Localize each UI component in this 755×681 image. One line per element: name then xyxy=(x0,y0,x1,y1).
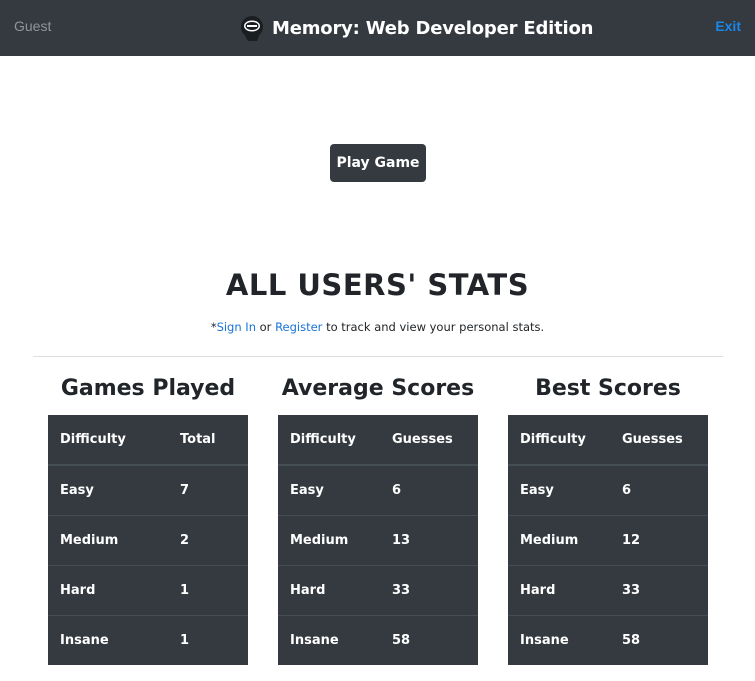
divider xyxy=(33,356,723,357)
difficulty-cell: Easy xyxy=(48,464,168,516)
best-scores-heading: Best Scores xyxy=(535,376,681,401)
difficulty-cell: Easy xyxy=(278,464,380,516)
table-row: Insane 58 xyxy=(278,615,478,665)
guest-label: Guest xyxy=(14,18,52,34)
difficulty-cell: Insane xyxy=(508,615,610,665)
value-cell: 7 xyxy=(168,464,248,516)
exit-link[interactable]: Exit xyxy=(715,18,741,34)
app-title: Memory: Web Developer Edition xyxy=(272,17,594,39)
difficulty-cell: Hard xyxy=(508,565,610,616)
table-row: Medium 12 xyxy=(508,515,708,566)
register-link[interactable]: Register xyxy=(275,320,322,334)
play-game-button[interactable]: Play Game xyxy=(330,144,426,182)
table-header-row: Difficulty Guesses xyxy=(508,415,708,466)
table-row: Hard 1 xyxy=(48,565,248,616)
stats-title: ALL USERS' STATS xyxy=(225,268,530,302)
brand[interactable]: Memory: Web Developer Edition xyxy=(238,12,593,44)
value-cell: 2 xyxy=(168,515,248,566)
column-header-difficulty: Difficulty xyxy=(508,415,610,466)
value-cell: 13 xyxy=(380,515,478,566)
value-cell: 58 xyxy=(380,615,478,665)
table-row: Medium 13 xyxy=(278,515,478,566)
difficulty-cell: Medium xyxy=(508,515,610,566)
table-row: Insane 1 xyxy=(48,615,248,665)
table-row: Easy 6 xyxy=(278,464,478,516)
column-header-difficulty: Difficulty xyxy=(48,415,168,466)
table-header-row: Difficulty Guesses xyxy=(278,415,478,466)
table-header-row: Difficulty Total xyxy=(48,415,248,466)
average-scores-table: Difficulty Guesses Easy 6 Medium 13 Hard… xyxy=(278,415,478,665)
difficulty-cell: Hard xyxy=(278,565,380,616)
average-scores-heading: Average Scores xyxy=(281,376,475,401)
games-played-heading: Games Played xyxy=(60,376,236,401)
signin-suffix: to track and view your personal stats. xyxy=(322,320,545,334)
games-played-section: Games Played Difficulty Total Easy 7 Med… xyxy=(48,372,248,665)
difficulty-cell: Easy xyxy=(508,464,610,516)
table-row: Easy 7 xyxy=(48,464,248,516)
games-played-table: Difficulty Total Easy 7 Medium 2 Hard 1 … xyxy=(48,415,248,665)
table-row: Easy 6 xyxy=(508,464,708,516)
difficulty-cell: Insane xyxy=(278,615,380,665)
difficulty-cell: Hard xyxy=(48,565,168,616)
navbar: Guest Memory: Web Developer Edition Exit xyxy=(0,0,755,56)
value-cell: 1 xyxy=(168,615,248,665)
or-text: or xyxy=(255,320,276,334)
difficulty-cell: Medium xyxy=(48,515,168,566)
best-scores-section: Best Scores Difficulty Guesses Easy 6 Me… xyxy=(508,372,708,665)
table-row: Insane 58 xyxy=(508,615,708,665)
difficulty-cell: Medium xyxy=(278,515,380,566)
table-row: Hard 33 xyxy=(278,565,478,616)
column-header-guesses: Guesses xyxy=(610,415,708,466)
table-row: Medium 2 xyxy=(48,515,248,566)
value-cell: 6 xyxy=(610,464,708,516)
signin-prompt: *Sign In or Register to track and view y… xyxy=(0,320,755,334)
column-header-difficulty: Difficulty xyxy=(278,415,380,466)
brain-head-icon xyxy=(241,16,263,41)
value-cell: 58 xyxy=(610,615,708,665)
column-header-total: Total xyxy=(168,415,248,466)
average-scores-section: Average Scores Difficulty Guesses Easy 6… xyxy=(278,372,478,665)
value-cell: 12 xyxy=(610,515,708,566)
best-scores-table: Difficulty Guesses Easy 6 Medium 12 Hard… xyxy=(508,415,708,665)
sign-in-link[interactable]: Sign In xyxy=(217,320,256,334)
value-cell: 6 xyxy=(380,464,478,516)
difficulty-cell: Insane xyxy=(48,615,168,665)
table-row: Hard 33 xyxy=(508,565,708,616)
value-cell: 33 xyxy=(610,565,708,616)
column-header-guesses: Guesses xyxy=(380,415,478,466)
value-cell: 33 xyxy=(380,565,478,616)
value-cell: 1 xyxy=(168,565,248,616)
